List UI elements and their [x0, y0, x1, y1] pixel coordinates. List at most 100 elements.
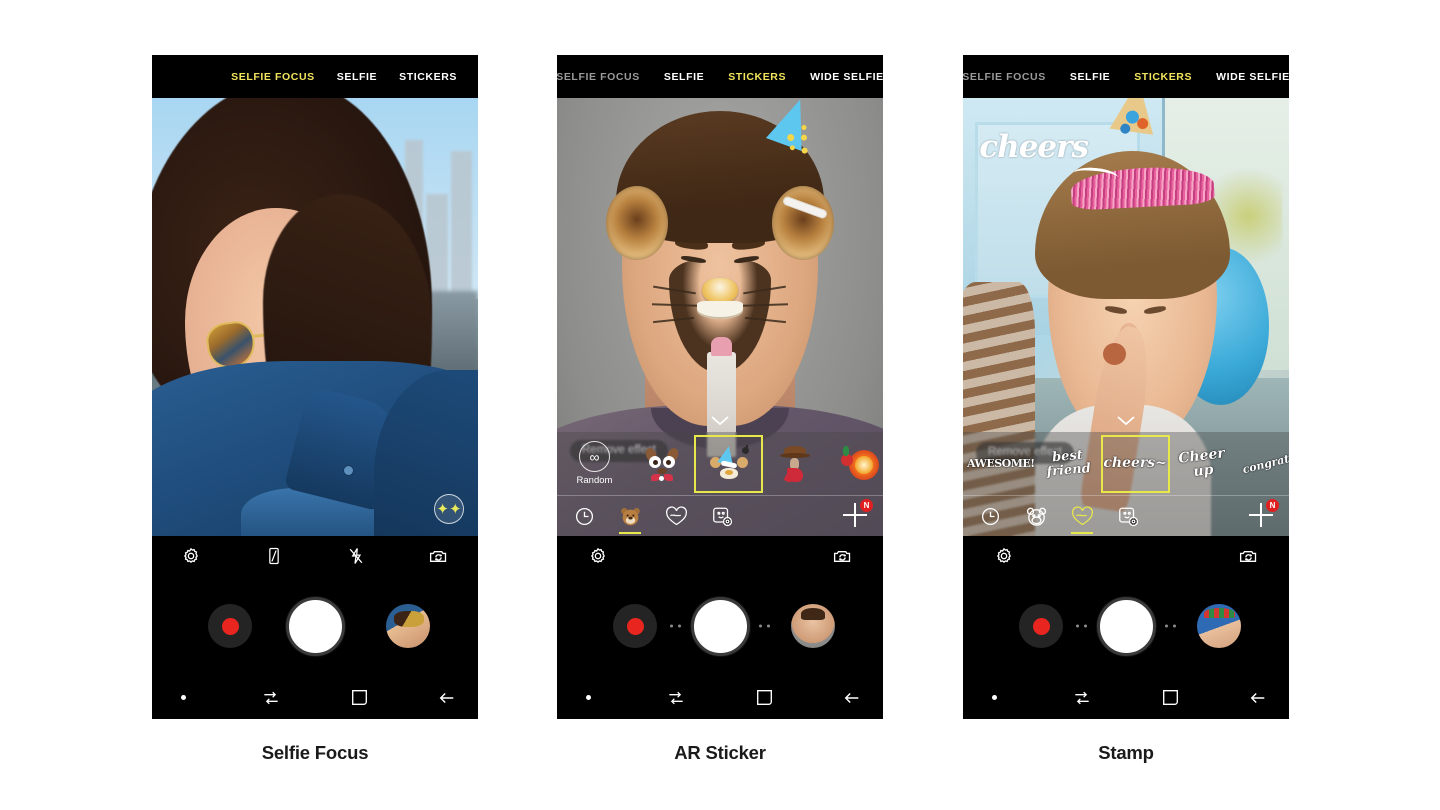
stamp-thumb-awesome[interactable]: AWESOME!	[967, 436, 1035, 492]
stamp-row-3: AWESOME! best friend cheers~ Cheer up co…	[963, 432, 1289, 496]
sticker-thumb-firework[interactable]	[829, 436, 883, 492]
tray-tab-row-2: N	[557, 496, 883, 536]
bear-ear-left-sticker	[605, 185, 668, 261]
recent-tab[interactable]	[973, 500, 1007, 532]
shutter-button[interactable]	[690, 596, 750, 656]
home-icon[interactable]	[1157, 687, 1183, 709]
mode-stickers[interactable]: STICKERS	[728, 71, 786, 83]
mode-selfie[interactable]: SELFIE	[1070, 71, 1110, 83]
manage-tab[interactable]	[1111, 500, 1145, 532]
ar-sticker-tab[interactable]	[1019, 500, 1053, 532]
mode-selfie[interactable]: SELFIE	[664, 71, 704, 83]
mode-dots-right	[759, 624, 770, 628]
home-icon[interactable]	[751, 687, 777, 709]
gallery-thumbnail[interactable]	[791, 604, 835, 648]
recents-icon[interactable]	[258, 687, 284, 709]
sticker-thumb-cowboy[interactable]	[762, 436, 829, 492]
stamp-thumb-congratulations[interactable]: congrats	[1236, 436, 1289, 492]
mode-selfie-focus[interactable]: SELFIE FOCUS	[557, 71, 640, 83]
mode-selfie-focus[interactable]: SELFIE FOCUS	[231, 71, 315, 83]
screen-flash-icon[interactable]	[261, 543, 287, 569]
back-icon[interactable]	[434, 687, 460, 709]
stamp-label: AWESOME!	[967, 456, 1035, 470]
shutter-button[interactable]	[285, 596, 345, 656]
manage-tab[interactable]	[705, 500, 739, 532]
mode-bar-1: SELFIE FOCUS SELFIE STICKERS	[152, 55, 478, 98]
stamp-thumb-cheer-up[interactable]: Cheer up	[1169, 436, 1236, 492]
tray-tab-row-3: N	[963, 496, 1289, 536]
random-label: Random	[576, 475, 613, 486]
add-sticker-button[interactable]: N	[1249, 499, 1279, 529]
collapse-tray-chevron-icon[interactable]	[1100, 410, 1152, 430]
mode-selfie-focus[interactable]: SELFIE FOCUS	[963, 71, 1046, 83]
gallery-thumbnail[interactable]	[1197, 604, 1241, 648]
caption-selfie-focus: Selfie Focus	[261, 742, 369, 763]
screenshot-stage: SELFIE FOCUS SELFIE STICKERS ✦✦ SELFIE F…	[0, 0, 1440, 810]
collapse-tray-chevron-icon[interactable]	[694, 410, 746, 430]
switch-camera-icon[interactable]	[1235, 543, 1261, 569]
phone-ar-sticker: SELFIE FOCUS SELFIE STICKERS WIDE SELFIE	[557, 55, 883, 719]
mode-stickers[interactable]: STICKERS	[1134, 71, 1192, 83]
mode-stickers[interactable]: STICKERS	[399, 71, 457, 83]
mode-dots-left	[670, 624, 681, 628]
viewfinder-3[interactable]: cheers Remove effect AWESOME! best frien…	[963, 98, 1289, 536]
caption-ar-sticker: AR Sticker	[674, 742, 766, 763]
sticker-thumb-dog-glasses[interactable]	[628, 436, 695, 492]
sparkle-icon[interactable]: ✦✦	[434, 494, 464, 524]
recent-tab[interactable]	[567, 500, 601, 532]
stamp-tab[interactable]	[1065, 500, 1099, 534]
record-button[interactable]	[1019, 604, 1063, 648]
phone-selfie-focus: SELFIE FOCUS SELFIE STICKERS ✦✦	[152, 55, 478, 719]
recents-dot-icon[interactable]	[981, 687, 1007, 709]
back-icon[interactable]	[839, 687, 865, 709]
recents-icon[interactable]	[1069, 687, 1095, 709]
mode-bar-3: SELFIE FOCUS SELFIE STICKERS WIDE SELFIE	[963, 55, 1289, 98]
new-badge: N	[860, 499, 873, 512]
recents-dot-icon[interactable]	[170, 687, 196, 709]
viewfinder-2[interactable]: Remove effect ∞ Random N	[557, 98, 883, 536]
settings-icon[interactable]	[585, 543, 611, 569]
stamp-thumb-best-friend[interactable]: best friend	[1035, 436, 1102, 492]
shutter-row-1	[152, 576, 478, 676]
sticker-row-2: ∞ Random	[557, 432, 883, 496]
settings-icon[interactable]	[178, 543, 204, 569]
gallery-thumbnail[interactable]	[386, 604, 430, 648]
control-icon-row-3	[963, 536, 1289, 576]
record-button[interactable]	[613, 604, 657, 648]
home-icon[interactable]	[346, 687, 372, 709]
party-hat-pattern	[1111, 104, 1159, 144]
recents-icon[interactable]	[663, 687, 689, 709]
sticker-thumb-bear-party-hat[interactable]	[694, 434, 763, 493]
ar-sticker-tab[interactable]	[613, 500, 647, 534]
camera-controls-1	[152, 536, 478, 719]
phone-stamp: SELFIE FOCUS SELFIE STICKERS WIDE SELFIE	[963, 55, 1289, 719]
add-sticker-button[interactable]: N	[843, 499, 873, 529]
stamp-label: best friend	[1046, 447, 1092, 480]
mode-wide-selfie[interactable]: WIDE SELFIE	[1216, 71, 1289, 83]
recents-dot-icon[interactable]	[575, 687, 601, 709]
stamp-thumb-cheers[interactable]: cheers~	[1100, 434, 1170, 493]
stamp-tab[interactable]	[659, 500, 693, 532]
fingertip	[1103, 343, 1126, 366]
back-icon[interactable]	[1245, 687, 1271, 709]
flash-off-icon[interactable]	[343, 543, 369, 569]
stamp-label: cheers~	[1103, 455, 1167, 472]
sticker-tray-2: ∞ Random N	[557, 432, 883, 536]
shirt-button	[344, 465, 354, 475]
camera-controls-3	[963, 536, 1289, 719]
shutter-button[interactable]	[1096, 596, 1156, 656]
random-sticker-button[interactable]: ∞ Random	[561, 436, 628, 492]
shutter-row-3	[963, 576, 1289, 676]
record-button[interactable]	[208, 604, 252, 648]
camera-controls-2	[557, 536, 883, 719]
shutter-row-2	[557, 576, 883, 676]
cheers-stamp-overlay: cheers	[979, 128, 1089, 165]
switch-camera-icon[interactable]	[829, 543, 855, 569]
control-icon-row-2	[557, 536, 883, 576]
switch-camera-icon[interactable]	[426, 543, 452, 569]
mode-selfie[interactable]: SELFIE	[337, 71, 377, 83]
mode-wide-selfie[interactable]: WIDE SELFIE	[810, 71, 883, 83]
settings-icon[interactable]	[991, 543, 1017, 569]
caption-stamp: Stamp	[1098, 742, 1154, 763]
viewfinder-1[interactable]: ✦✦	[152, 98, 478, 536]
